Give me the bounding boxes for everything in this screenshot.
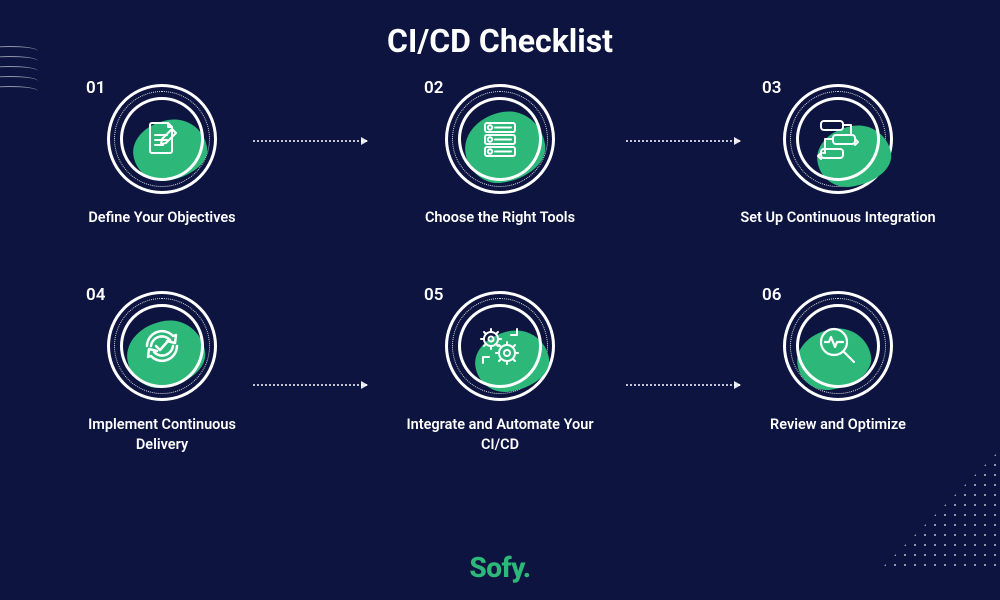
step-label: Implement Continuous Delivery	[62, 415, 262, 454]
step-label: Integrate and Automate Your CI/CD	[400, 415, 600, 454]
cycle-check-icon	[135, 319, 189, 373]
brand-logo: Sofy.	[0, 551, 1000, 584]
numbered-list-icon	[475, 114, 525, 164]
step-label: Define Your Objectives	[62, 208, 262, 228]
pipeline-flow-icon	[811, 112, 865, 166]
step-number: 06	[762, 285, 781, 305]
step-05: 05	[396, 291, 604, 454]
gears-loop-icon	[471, 317, 529, 375]
step-label: Review and Optimize	[738, 415, 938, 435]
document-pencil-icon	[138, 115, 186, 163]
step-number: 04	[86, 285, 105, 305]
step-medallion	[783, 84, 893, 194]
step-number: 03	[762, 78, 781, 98]
step-02: 02 Choose the Right Tools	[396, 84, 604, 247]
step-number: 01	[86, 78, 105, 98]
checklist-grid: 01 Define Your Objectives 02	[58, 84, 942, 454]
step-label: Set Up Continuous Integration	[738, 208, 938, 228]
magnifier-pulse-icon	[812, 320, 864, 372]
step-03: 03 Set Up Continuous Integration	[734, 84, 942, 247]
step-medallion	[107, 291, 217, 401]
step-medallion	[107, 84, 217, 194]
step-04: 04 Implement Continuous Delivery	[58, 291, 266, 454]
decorative-waves	[0, 46, 38, 96]
page-title: CI/CD Checklist	[0, 0, 1000, 60]
arrow-icon	[253, 140, 367, 143]
arrow-icon	[253, 384, 367, 387]
step-number: 05	[424, 285, 443, 305]
arrow-icon	[626, 140, 740, 143]
arrow-icon	[626, 384, 740, 387]
step-label: Choose the Right Tools	[400, 208, 600, 228]
step-medallion	[445, 291, 555, 401]
step-medallion	[783, 291, 893, 401]
step-medallion	[445, 84, 555, 194]
step-01: 01 Define Your Objectives	[58, 84, 266, 247]
step-number: 02	[424, 78, 443, 98]
step-06: 06 Review and Optimize	[734, 291, 942, 454]
